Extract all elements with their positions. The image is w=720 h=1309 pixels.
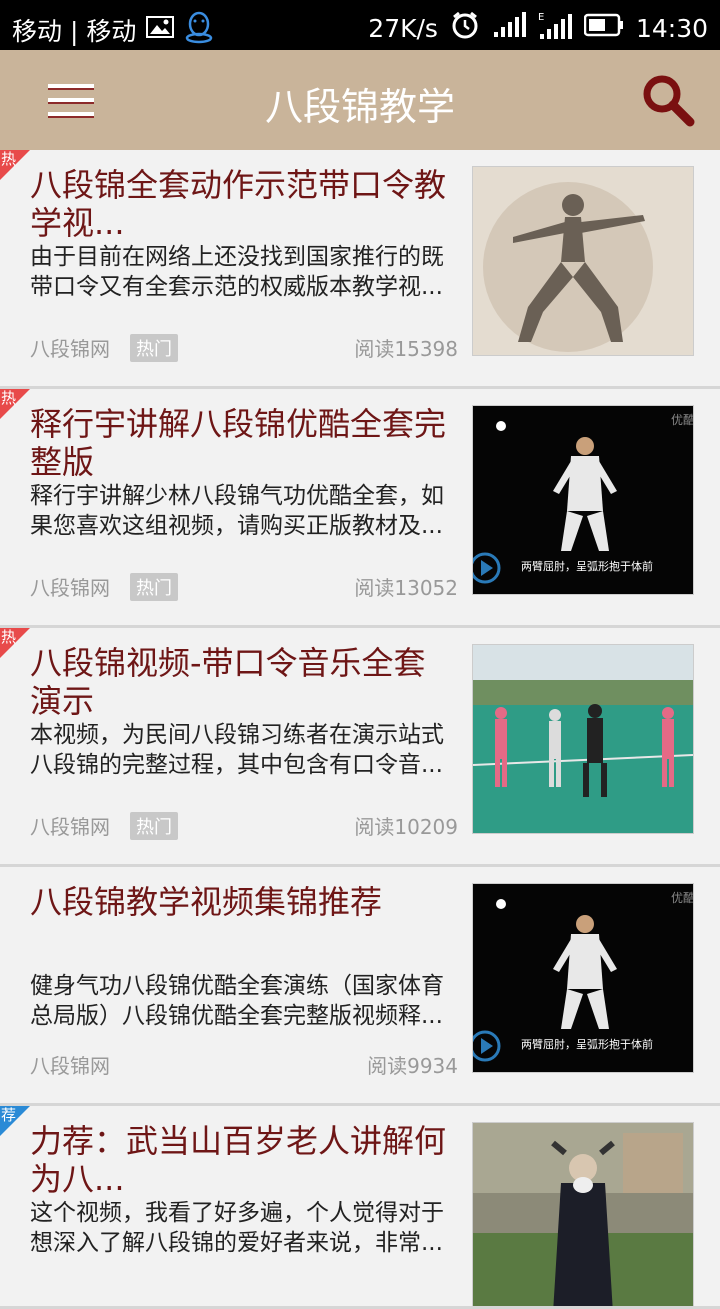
item-meta: 八段锦网 热门 bbox=[30, 811, 178, 840]
item-description: 健身气功八段锦优酷全套演练（国家体育总局版）八段锦优酷全套完整版视频释... bbox=[30, 973, 444, 1029]
search-button[interactable] bbox=[640, 72, 696, 128]
page-title: 八段锦教学 bbox=[264, 85, 455, 129]
item-thumbnail: 优酷 两臂屈肘，呈弧形抱于体前 bbox=[472, 405, 694, 595]
status-bar: 移动 | 移动 27K/s E 14:30 bbox=[0, 0, 720, 50]
network-speed: 27K/s bbox=[368, 13, 438, 43]
thumb-watermark: 优酷 bbox=[671, 891, 693, 905]
thumb-caption: 两臂屈肘，呈弧形抱于体前 bbox=[521, 559, 653, 573]
item-title: 八段锦视频-带口令音乐全套演示 bbox=[30, 644, 426, 720]
ribbon-label: 热 bbox=[1, 628, 17, 646]
item-title: 八段锦教学视频集锦推荐 bbox=[30, 883, 383, 921]
list-item[interactable]: 热 释行宇讲解八段锦优酷全套完整版 释行宇讲解少林八段锦气功优酷全套，如果您喜欢… bbox=[0, 389, 720, 628]
item-description: 释行宇讲解少林八段锦气功优酷全套，如果您喜欢这组视频，请购买正版教材及... bbox=[30, 483, 444, 539]
clock: 14:30 bbox=[635, 13, 708, 43]
item-meta: 八段锦网 热门 bbox=[30, 333, 178, 362]
item-thumbnail bbox=[472, 1122, 694, 1306]
signal-edge-icon: E bbox=[538, 10, 572, 46]
item-source: 八段锦网 bbox=[30, 337, 110, 361]
signal-icon bbox=[492, 12, 526, 44]
item-meta: 八段锦网 热门 bbox=[30, 572, 178, 601]
app-bar: 八段锦教学 bbox=[0, 50, 720, 150]
image-icon bbox=[146, 15, 175, 45]
item-description: 本视频，为民间八段锦习练者在演示站式八段锦的完整过程，其中包含有口令音... bbox=[30, 722, 444, 778]
list-item[interactable]: 八段锦教学视频集锦推荐 健身气功八段锦优酷全套演练（国家体育总局版）八段锦优酷全… bbox=[0, 867, 720, 1106]
ribbon-label: 荐 bbox=[1, 1106, 17, 1124]
item-source: 八段锦网 bbox=[30, 576, 110, 600]
battery-icon bbox=[583, 13, 624, 43]
read-count: 阅读9934 bbox=[367, 1054, 458, 1078]
thumb-caption: 两臂屈肘，呈弧形抱于体前 bbox=[521, 1037, 653, 1051]
item-thumbnail: 优酷 两臂屈肘，呈弧形抱于体前 bbox=[472, 883, 694, 1073]
search-icon bbox=[643, 75, 695, 127]
hot-tag: 热门 bbox=[130, 333, 178, 362]
item-description: 由于目前在网络上还没找到国家推行的既带口令又有全套示范的权威版本教学视... bbox=[30, 244, 444, 300]
read-count: 阅读10209 bbox=[354, 815, 458, 839]
svg-text:E: E bbox=[538, 12, 544, 23]
list-item[interactable]: 热 八段锦全套动作示范带口令教学视... 由于目前在网络上还没找到国家推行的既带… bbox=[0, 150, 720, 389]
item-meta: 八段锦网 bbox=[30, 1050, 110, 1079]
article-list: 热 八段锦全套动作示范带口令教学视... 由于目前在网络上还没找到国家推行的既带… bbox=[0, 150, 720, 1309]
item-title: 八段锦全套动作示范带口令教学视... bbox=[30, 166, 447, 242]
item-description: 这个视频，我看了好多遍，个人觉得对于想深入了解八段锦的爱好者来说，非常... bbox=[30, 1200, 444, 1256]
thumb-watermark: 优酷 bbox=[671, 413, 693, 427]
list-item[interactable]: 热 八段锦视频-带口令音乐全套演示 本视频，为民间八段锦习练者在演示站式八段锦的… bbox=[0, 628, 720, 867]
item-title: 释行宇讲解八段锦优酷全套完整版 bbox=[30, 405, 447, 481]
hot-tag: 热门 bbox=[130, 572, 178, 601]
item-source: 八段锦网 bbox=[30, 815, 110, 839]
read-count: 阅读13052 bbox=[354, 576, 458, 600]
item-source: 八段锦网 bbox=[30, 1054, 110, 1078]
read-count: 阅读15398 bbox=[354, 337, 458, 361]
item-thumbnail bbox=[472, 644, 694, 834]
alarm-icon bbox=[450, 10, 480, 46]
ribbon-label: 热 bbox=[1, 150, 17, 168]
item-thumbnail bbox=[472, 166, 694, 356]
item-title: 力荐：武当山百岁老人讲解何为八... bbox=[30, 1122, 447, 1198]
ribbon-label: 热 bbox=[1, 389, 17, 407]
qq-icon bbox=[184, 10, 214, 50]
list-item[interactable]: 荐 力荐：武当山百岁老人讲解何为八... 这个视频，我看了好多遍，个人觉得对于想… bbox=[0, 1106, 720, 1309]
hot-tag: 热门 bbox=[130, 811, 178, 840]
carrier-label: 移动 | 移动 bbox=[12, 17, 137, 46]
